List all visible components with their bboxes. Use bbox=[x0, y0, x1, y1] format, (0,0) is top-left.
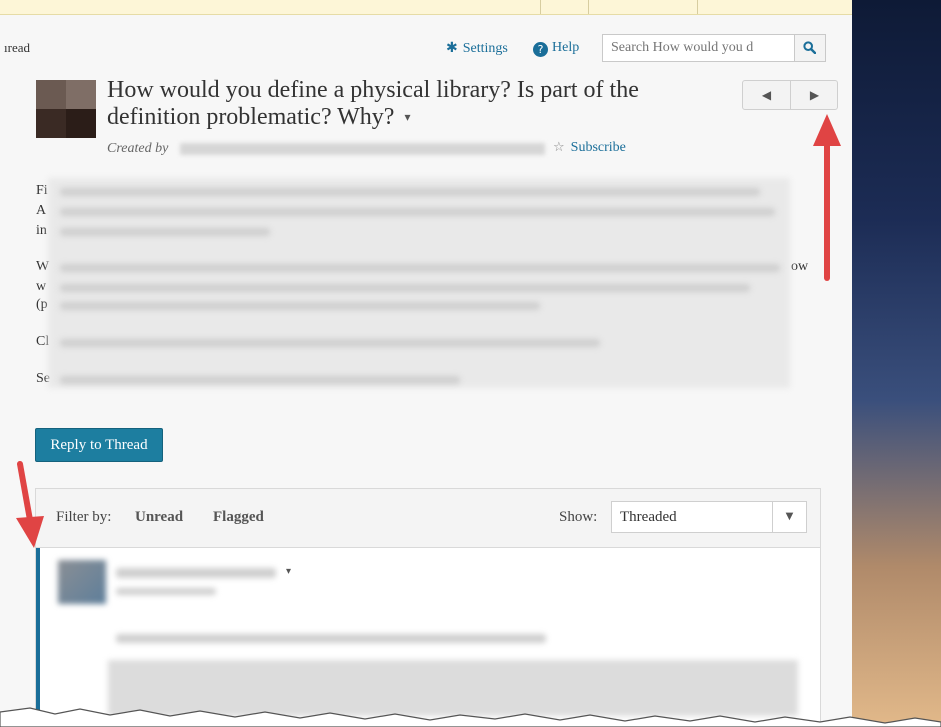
redacted-line bbox=[60, 339, 600, 347]
search-box bbox=[602, 34, 826, 62]
topbar-divider bbox=[540, 0, 541, 14]
annotation-arrow-up-icon bbox=[813, 114, 841, 281]
body-fragment: Fi bbox=[36, 183, 48, 198]
top-notification-bar bbox=[0, 0, 852, 15]
body-fragment: in bbox=[36, 223, 47, 238]
reply-author-avatar bbox=[58, 560, 106, 604]
redacted-line bbox=[60, 208, 775, 216]
gear-icon: ✱ bbox=[446, 40, 458, 56]
breadcrumb-fragment: ıread bbox=[4, 40, 30, 55]
author-avatar bbox=[36, 80, 96, 138]
help-circle-icon: ? bbox=[533, 42, 548, 57]
show-label: Show: bbox=[559, 509, 598, 525]
settings-label: Settings bbox=[462, 41, 508, 56]
show-view-select[interactable]: Threaded ▼ bbox=[611, 501, 807, 533]
redacted-line bbox=[60, 264, 780, 272]
body-fragment: w bbox=[36, 279, 47, 294]
redacted-reply-subject bbox=[116, 634, 546, 643]
topbar-divider bbox=[588, 0, 589, 14]
thread-title-text: How would you define a physical library?… bbox=[107, 77, 639, 130]
search-input[interactable] bbox=[603, 35, 795, 61]
filter-unread-link[interactable]: Unread bbox=[135, 509, 183, 526]
subscribe-label: Subscribe bbox=[570, 140, 626, 155]
desktop-background bbox=[852, 0, 941, 727]
subscribe-link[interactable]: ☆ Subscribe bbox=[553, 140, 626, 156]
redacted-line bbox=[60, 228, 270, 236]
reply-to-thread-button[interactable]: Reply to Thread bbox=[35, 428, 163, 462]
thread-options-caret[interactable]: ▾ bbox=[404, 110, 410, 124]
help-link[interactable]: ? Help bbox=[533, 40, 579, 57]
help-label: Help bbox=[552, 40, 580, 55]
reply-options-caret[interactable]: ▾ bbox=[286, 566, 291, 577]
thread-title: How would you define a physical library?… bbox=[107, 77, 727, 131]
filter-bar: Filter by: Unread Flagged Show: Threaded… bbox=[35, 488, 821, 548]
previous-thread-button[interactable]: ◀ bbox=[743, 81, 791, 109]
chevron-down-icon: ▼ bbox=[772, 502, 806, 532]
search-icon bbox=[803, 41, 816, 54]
body-fragment: A bbox=[36, 203, 47, 218]
discussion-page: ıread ✱ Settings ? Help How would you defi… bbox=[0, 0, 852, 727]
redacted-line bbox=[60, 376, 460, 384]
settings-link[interactable]: ✱ Settings bbox=[446, 40, 508, 57]
next-thread-button[interactable]: ▶ bbox=[791, 81, 838, 109]
show-view-value: Threaded bbox=[620, 509, 677, 525]
thread-navigation: ◀ ▶ bbox=[742, 80, 838, 110]
redacted-line bbox=[60, 302, 540, 310]
filter-by-label: Filter by: bbox=[56, 509, 112, 525]
filter-flagged-link[interactable]: Flagged bbox=[213, 509, 264, 526]
redacted-author-name bbox=[180, 143, 545, 155]
star-icon: ☆ bbox=[553, 140, 565, 155]
torn-edge-decoration bbox=[0, 707, 941, 727]
topbar-divider bbox=[697, 0, 698, 14]
annotation-arrow-down-icon bbox=[16, 461, 44, 548]
search-button[interactable] bbox=[794, 35, 825, 61]
redacted-line bbox=[60, 284, 750, 292]
created-by-label: Created by bbox=[107, 141, 169, 156]
redacted-line bbox=[60, 188, 760, 196]
redacted-reply-author bbox=[116, 568, 276, 578]
redacted-reply-date bbox=[116, 588, 216, 595]
body-fragment: (p bbox=[36, 297, 48, 312]
